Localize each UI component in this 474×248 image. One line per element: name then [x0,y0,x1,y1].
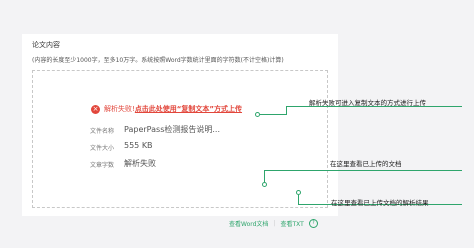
callout-2-line [264,170,462,171]
callout-2-text: 在这里查看已上传的文档 [330,160,402,168]
file-upload-area[interactable]: × 解析失败! 点击此处使用“复制文本”方式上传 文件名称 PaperPass检… [32,70,328,228]
parse-failed-text: 解析失败! [104,105,135,113]
callout-3-connector [298,195,299,204]
parse-error-message: × 解析失败! 点击此处使用“复制文本”方式上传 [91,104,242,114]
word-count-value: 解析失败 [124,159,156,168]
file-name-value: PaperPass检测报告说明... [124,125,220,134]
file-name-label: 文件名称 [90,128,115,135]
paper-upload-card: 论文内容 (内容的长度至少1000字，至多10万字。系统按照Word字数统计里面… [22,34,338,228]
close-circle-icon: × [91,104,100,114]
callout-1-connector [260,114,286,115]
callout-1-connector-vertical [286,106,287,115]
file-action-links: 查看Word文档 | 查看TXT ? [229,219,318,228]
length-hint: (内容的长度至少1000字，至多10万字。系统按照Word字数统计里面的字符数(… [32,57,284,64]
section-title: 论文内容 [32,41,60,49]
callout-2-connector [264,170,265,182]
copy-text-upload-link[interactable]: 点击此处使用“复制文本”方式上传 [135,104,242,114]
page: 论文内容 (内容的长度至少1000字，至多10万字。系统按照Word字数统计里面… [0,0,474,248]
callout-3-text: 在这里查看已上传文档的解析结果 [331,199,429,207]
callout-1-text: 解析失败可进入复制文本的方式进行上传 [309,99,426,107]
word-count-label: 文章字数 [90,162,115,169]
file-size-label: 文件大小 [90,145,115,152]
view-txt-link[interactable]: 查看TXT [280,219,303,228]
question-circle-icon[interactable]: ? [308,219,318,228]
callout-2-anchor [262,182,267,187]
view-word-link[interactable]: 查看Word文档 [229,219,268,228]
link-divider: | [273,220,276,227]
file-size-value: 555 KB [124,141,153,150]
